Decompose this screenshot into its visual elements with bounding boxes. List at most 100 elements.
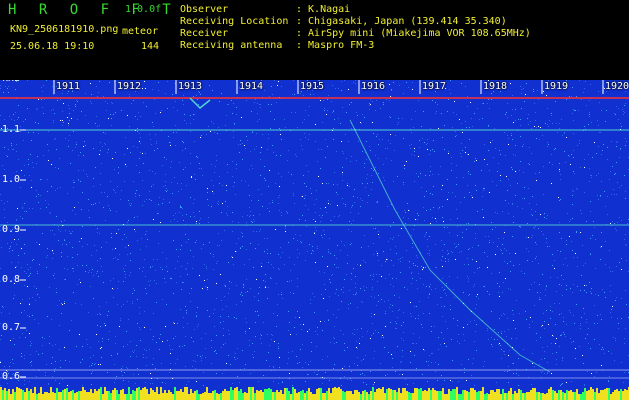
noise-pixel: [496, 382, 497, 383]
noise-pixel: [216, 155, 217, 156]
noise-pixel: [162, 341, 163, 342]
noise-pixel: [146, 246, 147, 247]
noise-pixel: [620, 149, 621, 150]
strip-bar: [142, 388, 144, 400]
noise-pixel: [502, 244, 503, 245]
noise-pixel: [190, 153, 191, 154]
noise-pixel: [341, 81, 342, 82]
strip-bar: [366, 392, 368, 400]
noise-pixel: [238, 222, 239, 223]
noise-pixel: [504, 351, 505, 352]
noise-pixel: [429, 293, 430, 294]
strip-bar: [58, 392, 60, 400]
noise-pixel: [565, 258, 566, 259]
noise-pixel: [351, 128, 352, 129]
noise-pixel: [58, 168, 59, 169]
noise-pixel: [280, 134, 281, 135]
noise-pixel: [16, 144, 17, 145]
noise-pixel: [57, 305, 58, 306]
noise-pixel: [366, 178, 367, 179]
noise-pixel: [617, 222, 618, 223]
noise-pixel: [93, 148, 94, 149]
noise-pixel: [125, 164, 126, 165]
noise-pixel: [226, 190, 227, 191]
noise-pixel: [580, 232, 581, 233]
noise-pixel: [273, 366, 274, 367]
noise-pixel: [67, 193, 68, 194]
noise-pixel: [186, 214, 187, 215]
noise-pixel: [350, 303, 351, 304]
strip-bar: [522, 393, 524, 400]
noise-pixel: [421, 266, 422, 267]
noise-pixel: [205, 286, 206, 287]
noise-pixel: [370, 104, 371, 105]
noise-pixel: [110, 280, 111, 281]
noise-pixel: [624, 338, 625, 339]
noise-pixel: [388, 241, 389, 242]
noise-pixel: [77, 101, 78, 102]
noise-pixel: [260, 107, 261, 108]
noise-pixel: [460, 202, 461, 203]
noise-pixel: [603, 349, 604, 350]
noise-pixel: [614, 174, 615, 175]
mode-label: meteor: [122, 26, 159, 37]
noise-pixel: [18, 105, 19, 106]
noise-pixel: [520, 161, 521, 162]
strip-bar: [246, 393, 248, 400]
noise-pixel: [97, 228, 98, 229]
noise-pixel: [336, 192, 337, 193]
strip-bar: [56, 388, 58, 400]
noise-pixel: [484, 188, 485, 189]
noise-pixel: [214, 132, 215, 133]
noise-pixel: [104, 323, 105, 324]
noise-pixel: [322, 183, 323, 184]
noise-pixel: [182, 141, 183, 142]
noise-pixel: [68, 123, 69, 124]
noise-pixel: [436, 111, 437, 112]
noise-pixel: [355, 287, 356, 288]
noise-pixel: [68, 140, 69, 141]
noise-pixel: [441, 306, 442, 307]
noise-pixel: [471, 118, 472, 119]
noise-pixel: [333, 128, 334, 129]
noise-pixel: [186, 313, 187, 314]
noise-pixel: [581, 275, 582, 276]
noise-pixel: [559, 314, 560, 315]
noise-pixel: [424, 350, 425, 351]
noise-pixel: [373, 276, 374, 277]
noise-pixel: [4, 119, 5, 120]
noise-pixel: [394, 150, 395, 151]
strip-bar: [210, 393, 212, 400]
noise-pixel: [204, 280, 205, 281]
noise-pixel: [100, 326, 101, 327]
noise-pixel: [584, 313, 585, 314]
noise-pixel: [483, 190, 484, 191]
noise-pixel: [325, 157, 326, 158]
noise-pixel: [513, 265, 514, 266]
noise-pixel: [234, 357, 235, 358]
strip-bar: [186, 387, 188, 400]
noise-pixel: [610, 312, 611, 313]
noise-pixel: [444, 306, 445, 307]
noise-pixel: [98, 92, 99, 93]
noise-pixel: [349, 104, 350, 105]
noise-pixel: [521, 108, 522, 109]
noise-pixel: [410, 148, 411, 149]
noise-pixel: [291, 112, 292, 113]
noise-pixel: [600, 247, 601, 248]
noise-pixel: [498, 163, 499, 164]
noise-pixel: [48, 131, 49, 132]
noise-pixel: [492, 346, 493, 347]
noise-pixel: [39, 297, 40, 298]
noise-pixel: [134, 290, 135, 291]
noise-pixel: [235, 251, 236, 252]
noise-pixel: [149, 199, 150, 200]
noise-pixel: [576, 232, 577, 233]
noise-pixel: [161, 363, 162, 364]
noise-pixel: [344, 80, 345, 81]
noise-pixel: [468, 223, 469, 224]
noise-pixel: [144, 81, 145, 82]
noise-pixel: [403, 184, 404, 185]
info-value-location: : Chigasaki, Japan (139.414 35.340): [296, 16, 507, 27]
noise-pixel: [270, 277, 271, 278]
